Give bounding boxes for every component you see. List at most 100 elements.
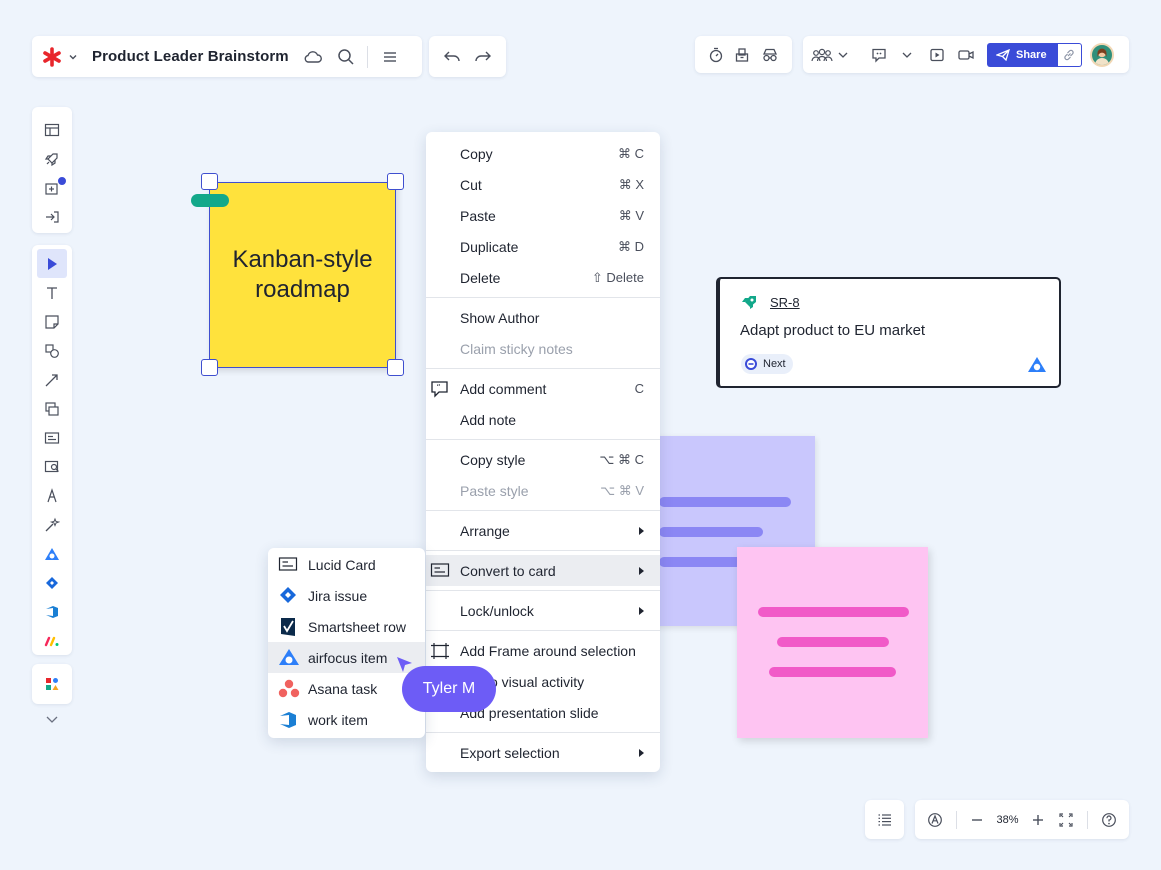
resize-handle-bottom-left[interactable] <box>201 359 218 376</box>
menu-item-label: Paste style <box>460 482 529 499</box>
pen-tool[interactable] <box>32 481 72 510</box>
integrations-panel <box>32 664 72 704</box>
menu-item-arrange[interactable]: Arrange <box>426 515 660 546</box>
submenu-item-jira-issue[interactable]: Jira issue <box>268 580 425 611</box>
navigation-icon[interactable] <box>927 812 943 828</box>
fit-to-screen-icon[interactable] <box>1058 812 1074 828</box>
submenu-item-lucid-card[interactable]: Lucid Card <box>268 549 425 580</box>
submenu-item-work-item[interactable]: work item <box>268 704 425 735</box>
sticky-note-tool[interactable] <box>32 307 72 336</box>
resize-handle-bottom-right[interactable] <box>387 359 404 376</box>
chevron-down-icon[interactable] <box>837 50 849 60</box>
menu-item-convert-to-card[interactable]: Convert to card <box>426 555 660 586</box>
collaborators-icon[interactable] <box>811 48 833 62</box>
lucid-logo-icon[interactable] <box>42 46 62 67</box>
shapes-tool[interactable] <box>32 336 72 365</box>
menu-item-add-comment[interactable]: “ Add comment C <box>426 373 660 404</box>
pink-sticky-note[interactable] <box>737 547 928 738</box>
airfocus-card[interactable]: SR-8 Adapt product to EU market Next <box>716 277 1061 388</box>
menu-item-label: Show Author <box>460 309 540 326</box>
magic-tool[interactable] <box>32 510 72 539</box>
jira-app[interactable] <box>32 568 72 597</box>
templates-button[interactable] <box>32 115 72 144</box>
line-tool[interactable] <box>32 365 72 394</box>
present-icon[interactable] <box>929 47 945 63</box>
video-call-icon[interactable] <box>957 48 975 62</box>
menu-divider <box>426 590 660 591</box>
submenu-arrow-icon <box>639 526 644 535</box>
smartsheet-icon <box>278 617 298 640</box>
cloud-saved-icon[interactable] <box>303 49 323 65</box>
menu-item-add-note[interactable]: Add note <box>426 404 660 435</box>
menu-item-show-author[interactable]: Show Author <box>426 302 660 333</box>
send-icon <box>996 48 1010 61</box>
menu-item-duplicate[interactable]: Duplicate ⌘ D <box>426 231 660 262</box>
undo-icon[interactable] <box>443 50 461 64</box>
menu-item-delete[interactable]: Delete ⇧ Delete <box>426 262 660 293</box>
monday-app[interactable] <box>32 626 72 655</box>
resize-handle-top-left[interactable] <box>201 173 218 190</box>
apps-icon[interactable] <box>44 676 60 692</box>
airfocus-app[interactable] <box>32 539 72 568</box>
menu-item-paste[interactable]: Paste ⌘ V <box>426 200 660 231</box>
menu-item-cut[interactable]: Cut ⌘ X <box>426 169 660 200</box>
shapes-icon <box>45 343 59 358</box>
azure-devops-icon <box>278 710 298 733</box>
zoom-level[interactable]: 38% <box>997 814 1019 826</box>
chevron-down-icon[interactable] <box>68 52 78 62</box>
chevron-down-icon[interactable] <box>45 714 59 724</box>
avatar[interactable] <box>1089 42 1114 67</box>
airfocus-icon <box>1027 356 1047 373</box>
frame-tool[interactable] <box>32 394 72 423</box>
menu-divider <box>426 630 660 631</box>
text-tool[interactable] <box>32 278 72 307</box>
sticky-note-icon <box>45 314 59 329</box>
resize-handle-top-right[interactable] <box>387 173 404 190</box>
comment-icon[interactable] <box>871 47 887 63</box>
submenu-item-smartsheet-row[interactable]: Smartsheet row <box>268 611 425 642</box>
menu-item-add-frame[interactable]: Add Frame around selection <box>426 635 660 666</box>
selected-sticky-note[interactable]: Kanban-style roadmap <box>209 182 396 368</box>
rocket-icon <box>740 294 758 310</box>
timer-icon[interactable] <box>708 47 724 63</box>
menu-item-copy[interactable]: Copy ⌘ C <box>426 138 660 169</box>
voting-icon[interactable] <box>734 47 750 63</box>
note-line <box>777 637 889 647</box>
zoom-in-icon[interactable] <box>1031 813 1045 827</box>
select-tool[interactable] <box>37 249 67 278</box>
jira-icon <box>278 586 298 607</box>
collaborator-cursor-icon <box>396 656 414 679</box>
menu-item-copy-style[interactable]: Copy style ⌥ ⌘ C <box>426 444 660 475</box>
submenu-item-label: airfocus item <box>308 649 388 666</box>
status-badge[interactable]: Next <box>741 354 793 374</box>
import-button[interactable] <box>32 173 72 202</box>
menu-item-label: Add Frame around selection <box>460 642 636 659</box>
private-mode-icon[interactable] <box>761 47 779 63</box>
card-tool[interactable] <box>32 423 72 452</box>
search-icon[interactable] <box>337 48 355 66</box>
menu-item-export-selection[interactable]: Export selection <box>426 737 660 768</box>
outline-button[interactable] <box>865 800 904 839</box>
note-line <box>659 497 791 507</box>
zoom-out-icon[interactable] <box>970 813 984 827</box>
help-icon[interactable] <box>1101 812 1117 828</box>
link-icon <box>1064 49 1074 60</box>
azure-devops-app[interactable] <box>32 597 72 626</box>
embed-button[interactable] <box>32 202 72 231</box>
menu-divider <box>426 368 660 369</box>
submenu-arrow-icon <box>639 566 644 575</box>
redo-icon[interactable] <box>474 50 492 64</box>
chevron-down-icon[interactable] <box>901 50 913 60</box>
copy-link-button[interactable] <box>1057 42 1082 67</box>
status-label: Next <box>763 358 786 370</box>
card-icon <box>430 562 450 581</box>
menu-icon[interactable] <box>382 50 398 64</box>
image-tool[interactable] <box>32 452 72 481</box>
menu-item-lock-unlock[interactable]: Lock/unlock <box>426 595 660 626</box>
left-panel-toolbar <box>32 107 72 233</box>
card-key-link[interactable]: SR-8 <box>770 295 800 310</box>
quick-start-button[interactable] <box>32 144 72 173</box>
share-button[interactable]: Share <box>987 42 1058 67</box>
frame-crop-icon <box>430 642 450 663</box>
document-title[interactable]: Product Leader Brainstorm <box>92 48 289 65</box>
